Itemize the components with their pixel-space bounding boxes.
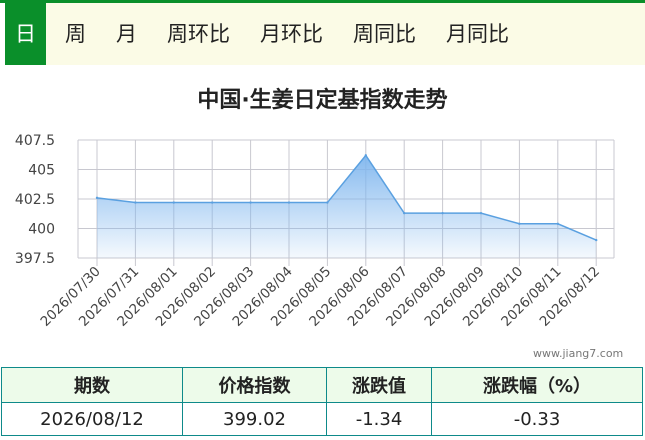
- header-change-percent: 涨跌幅（%）: [431, 367, 643, 403]
- table-row: 2026/08/12 399.02 -1.34 -0.33: [1, 402, 643, 436]
- data-point: [211, 201, 214, 204]
- y-tick-label: 400: [28, 222, 55, 238]
- data-point: [95, 196, 99, 200]
- data-point: [172, 201, 175, 204]
- data-point: [249, 201, 252, 204]
- data-point: [518, 222, 521, 225]
- data-point: [287, 201, 291, 204]
- cell-price-index: 399.02: [182, 402, 327, 436]
- data-point: [479, 211, 483, 215]
- y-tick-label: 397.5: [15, 251, 55, 267]
- site-watermark: www.jiang7.com: [533, 347, 624, 360]
- data-point: [595, 238, 598, 242]
- header-period: 期数: [1, 367, 183, 403]
- summary-table: 期数 价格指数 涨跌值 涨跌幅（%） 2026/08/12 399.02 -1.…: [1, 367, 643, 436]
- y-tick-label: 405: [28, 163, 55, 179]
- y-tick-label: 407.5: [15, 133, 55, 149]
- series-area: [97, 155, 597, 258]
- cell-period: 2026/08/12: [1, 402, 183, 436]
- data-point: [326, 201, 329, 204]
- header-price-index: 价格指数: [182, 367, 327, 403]
- cell-change-value: -1.34: [326, 402, 432, 436]
- data-point: [441, 211, 444, 215]
- data-point: [134, 201, 137, 204]
- header-change-value: 涨跌值: [326, 367, 432, 403]
- cell-change-percent: -0.33: [431, 402, 643, 436]
- data-point: [556, 222, 559, 225]
- summary-header-row: 期数 价格指数 涨跌值 涨跌幅（%）: [1, 367, 643, 403]
- data-point: [403, 211, 406, 215]
- y-tick-label: 402.5: [15, 192, 55, 208]
- index-trend-chart: 407.5405402.5400397.52026/07/302026/07/3…: [15, 133, 615, 330]
- data-point: [364, 154, 367, 157]
